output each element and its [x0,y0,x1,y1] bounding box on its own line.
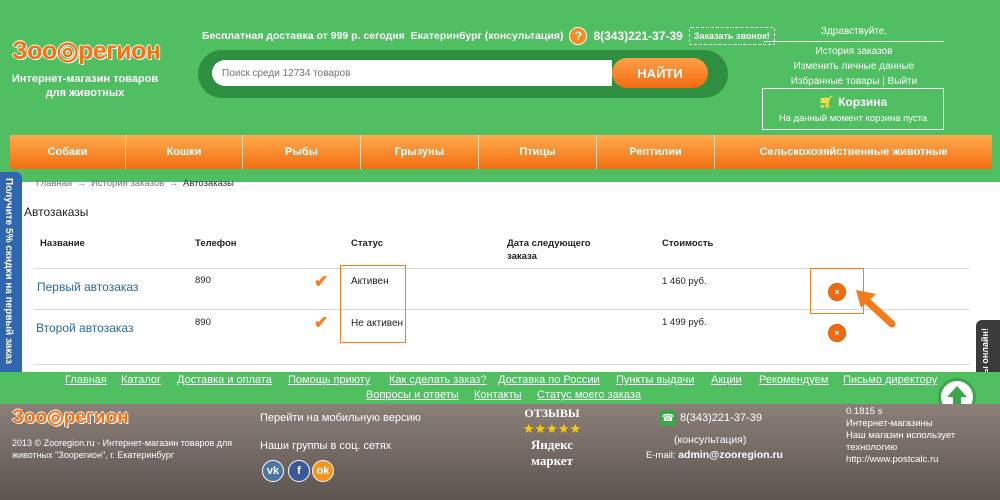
rating-stars: ★★★★★ [522,421,582,436]
logout-link[interactable]: Выйти [888,76,918,87]
calc-line: технологию [846,442,898,453]
social-groups-label: Наши группы в соц. сетях [260,440,392,452]
footer-link-catalog[interactable]: Каталог [121,374,161,386]
site-logo[interactable]: Зоо◎регион [12,36,161,66]
odnoklassniki-icon[interactable]: ok [312,460,334,482]
cart-title-row: 🛒︎ Корзина [763,95,943,109]
footer-link-order-status[interactable]: Статус моего заказа [537,389,641,401]
callback-button[interactable]: Заказать звонок! [688,27,775,45]
column-header-name: Название [40,238,85,249]
footer-link-recommended[interactable]: Рекомендуем [759,374,828,386]
mobile-version-link[interactable]: Перейти на мобильную версию [260,412,421,424]
help-icon[interactable]: ? [569,27,588,45]
footer-link-how-to-order[interactable]: Как сделать заказ? [389,374,487,386]
reviews-title: ОТЗЫВЫ [524,406,580,420]
cost-cell: 1 499 руб. [662,317,707,328]
status-highlight-box [340,265,406,343]
nav-item-birds[interactable]: Птицы [479,135,597,169]
column-header-next-date: Дата следующего заказа [507,238,591,262]
site-header: Зоо◎регион Интернет-магазин товаров для … [0,0,1000,182]
column-header-phone: Телефон [195,238,237,249]
email-address[interactable]: admin@zooregion.ru [678,449,783,461]
breadcrumb-history[interactable]: История заказов [91,178,164,189]
copyright-text: 2013 © Zooregion.ru - Интернет-магазин т… [12,438,233,460]
category-nav: Собаки Кошки Рыбы Грызуны Птицы Рептилии… [10,135,992,169]
footer-link-pickup-points[interactable]: Пункты выдачи [616,374,694,386]
phone-cell: 890 [195,317,211,328]
breadcrumb-home[interactable]: Главная [36,178,72,189]
table-divider [34,364,970,365]
divider: | [882,76,885,87]
market-text: маркет [531,453,573,468]
footer-logo[interactable]: Зоо◎регион [12,406,129,429]
calc-value: 0.1815 s [846,406,883,417]
footer-link-faq[interactable]: Вопросы и ответы [366,389,459,401]
search-bar: НАЙТИ [198,50,728,98]
site-footer: Зоо◎регион 2013 © Zooregion.ru - Интерне… [0,404,1000,500]
logo-text: Зоо◎регион [12,37,161,65]
vk-icon[interactable]: vk [262,460,284,482]
nav-item-dogs[interactable]: Собаки [10,135,126,169]
breadcrumb-separator: → [168,178,179,189]
greeting: Здравствуйте, [764,24,944,42]
autoorder-link-2[interactable]: Второй автозаказ [36,321,133,335]
site-tagline: Интернет-магазин товаров для животных [11,73,159,99]
breadcrumb-current: Автозаказы [182,178,234,189]
autoorder-link-1[interactable]: Первый автозаказ [37,280,138,294]
footer-phone-row: ☎ 8(343)221-37-39 [660,410,762,426]
column-header-status: Статус [351,238,384,249]
email-label: E-mail: [646,450,676,461]
nav-item-rodents[interactable]: Грызуны [361,135,479,169]
footer-links-bar: Главная Каталог Доставка и оплата Помощь… [0,372,1000,404]
footer-link-director-letter[interactable]: Письмо директору [843,374,937,386]
header-info-bar: Бесплатная доставка от 999 р. сегодня Ек… [202,27,775,45]
footer-link-promotions[interactable]: Акции [711,374,742,386]
favorites-link[interactable]: Избранные товары [791,76,880,87]
yandex-market-reviews[interactable]: ОТЗЫВЫ ★★★★★ Яндекс маркет [520,406,584,469]
nav-item-reptiles[interactable]: Рептилии [597,135,715,169]
account-panel: Здравствуйте, История заказов Изменить л… [764,24,944,89]
delete-autoorder-button[interactable]: × [828,324,846,342]
header-phone: 8(343)221-37-39 [593,29,683,43]
cart-widget[interactable]: 🛒︎ Корзина На данный момент корзина пуст… [762,88,944,130]
footer-link-home[interactable]: Главная [65,374,107,386]
nav-item-fish[interactable]: Рыбы [243,135,361,169]
search-input[interactable] [212,60,612,86]
footer-phone: 8(343)221-37-39 [680,412,762,424]
footer-email-row: E-mail: admin@zooregion.ru [646,449,783,461]
calc-line: Интернет-магазины [846,418,933,429]
cart-status: На данный момент корзина пуста [778,113,928,124]
consultation-label: (консультация) [674,434,747,446]
checkmark-icon: ✔ [314,272,329,291]
cart-icon: 🛒︎ [818,95,835,109]
footer-link-russia-delivery[interactable]: Доставка по России [498,374,600,386]
calc-line: Наш магазин использует [846,430,956,441]
column-header-cost: Стоимость [662,238,714,249]
promo-text: Получите 5% скидки на первый заказ [3,178,14,365]
postcalc-block: 0.1815 s Интернет-магазины Наш магазин и… [846,406,955,466]
account-actions-row: Избранные товары | Выйти [764,74,944,89]
pointer-arrow-icon [856,290,896,328]
phone-icon: ☎ [660,410,676,426]
checkmark-icon: ✔ [314,313,329,332]
page-title: Автозаказы [24,205,89,219]
cost-cell: 1 460 руб. [662,276,707,287]
phone-cell: 890 [195,275,211,286]
footer-link-shelter[interactable]: Помощь приюту [288,374,370,386]
search-button[interactable]: НАЙТИ [612,58,708,88]
cart-title: Корзина [838,95,888,109]
postcalc-link[interactable]: http://www.postcalc.ru [846,454,938,465]
facebook-icon[interactable]: f [288,460,310,482]
order-history-link[interactable]: История заказов [764,44,944,59]
breadcrumb-separator: → [76,178,87,189]
nav-item-cats[interactable]: Кошки [126,135,243,169]
free-delivery-text: Бесплатная доставка от 999 р. сегодня [202,30,405,42]
edit-profile-link[interactable]: Изменить личные данные [764,59,944,74]
nav-item-farm-animals[interactable]: Сельскохозяйственные животные [715,135,992,169]
footer-link-delivery[interactable]: Доставка и оплата [177,374,272,386]
city-link[interactable]: Екатеринбург (консультация) [411,30,564,42]
yandex-text: Яндекс [530,437,574,452]
footer-link-contacts[interactable]: Контакты [474,389,522,401]
breadcrumb: Главная → История заказов → Автозаказы [36,178,234,189]
